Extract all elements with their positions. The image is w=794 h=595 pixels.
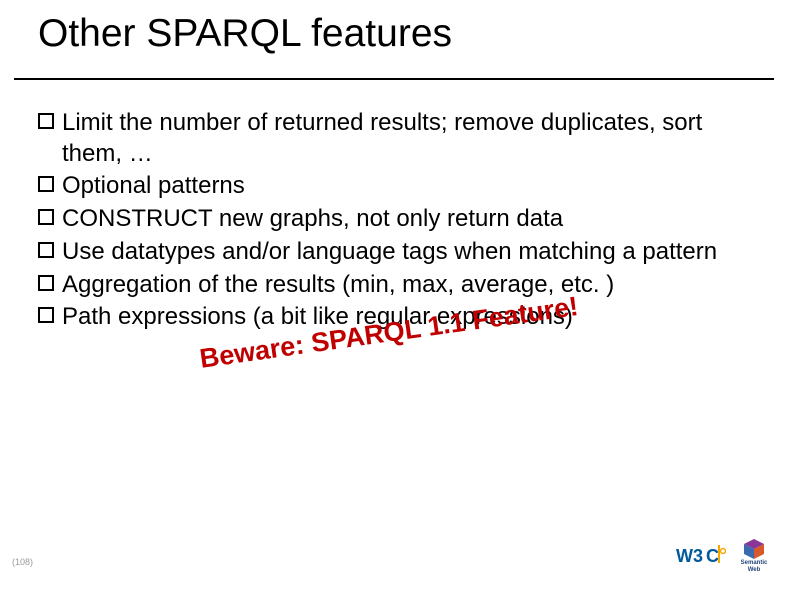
bullet-square-icon (38, 176, 54, 192)
list-item: Optional patterns (38, 171, 758, 202)
bullet-text: Use datatypes and/or language tags when … (62, 238, 717, 265)
svg-text:C: C (706, 546, 719, 566)
sw-line2: Web (748, 567, 761, 573)
page-number: (108) (12, 557, 33, 567)
bullet-square-icon (38, 307, 54, 323)
title-underline (14, 78, 774, 80)
bullet-list: Limit the number of returned results; re… (38, 108, 758, 335)
bullet-text: Optional patterns (62, 172, 245, 199)
list-item: Use datatypes and/or language tags when … (38, 237, 758, 268)
svg-text:W3: W3 (676, 546, 703, 566)
semantic-web-label: Semantic Web (741, 560, 768, 574)
footer-logos: W3 C Semantic Web (676, 539, 772, 573)
sw-line1: Semantic (741, 560, 768, 566)
bullet-text: Limit the number of returned results; re… (62, 109, 702, 167)
slide-title: Other SPARQL features (38, 12, 452, 56)
list-item: Limit the number of returned results; re… (38, 108, 758, 169)
slide: Other SPARQL features Limit the number o… (0, 0, 794, 595)
semantic-web-logo-icon: Semantic Web (736, 539, 772, 573)
bullet-text: CONSTRUCT new graphs, not only return da… (62, 205, 563, 232)
list-item: Aggregation of the results (min, max, av… (38, 270, 758, 301)
bullet-text: Aggregation of the results (min, max, av… (62, 271, 614, 298)
bullet-square-icon (38, 209, 54, 225)
list-item: CONSTRUCT new graphs, not only return da… (38, 204, 758, 235)
w3c-logo-icon: W3 C (676, 543, 726, 569)
bullet-square-icon (38, 113, 54, 129)
bullet-square-icon (38, 242, 54, 258)
bullet-square-icon (38, 275, 54, 291)
